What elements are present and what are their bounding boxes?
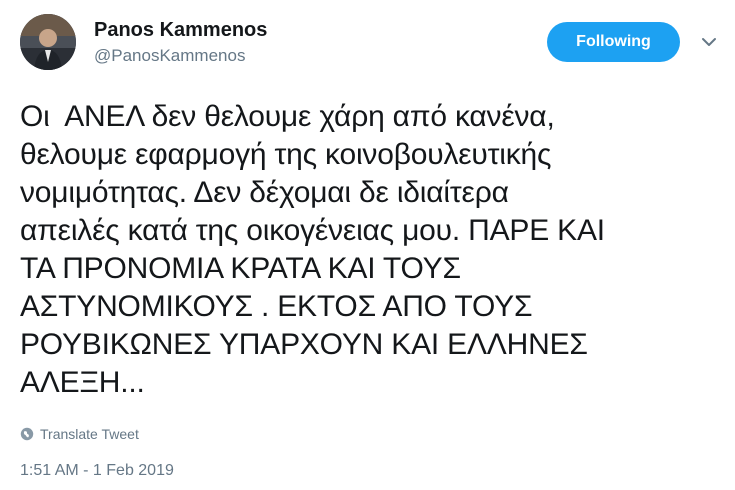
translate-tweet-link[interactable]: Translate Tweet <box>20 426 139 442</box>
following-button[interactable]: Following <box>547 22 680 62</box>
translate-tweet-label: Translate Tweet <box>40 426 139 442</box>
tweet-text: Οι ΑΝΕΛ δεν θελουμε χάρη από κανένα, θελ… <box>20 100 605 399</box>
display-name[interactable]: Panos Kammenos <box>94 18 267 42</box>
avatar[interactable] <box>20 14 76 70</box>
user-names: Panos Kammenos @PanosKammenos <box>94 18 267 68</box>
tweet-header: Panos Kammenos @PanosKammenos Following <box>20 14 720 74</box>
chevron-down-icon[interactable] <box>698 34 720 50</box>
tweet-timestamp[interactable]: 1:51 AM - 1 Feb 2019 <box>20 462 174 480</box>
user-handle[interactable]: @PanosKammenos <box>94 44 267 68</box>
globe-icon <box>20 427 34 441</box>
avatar-image <box>20 14 76 70</box>
